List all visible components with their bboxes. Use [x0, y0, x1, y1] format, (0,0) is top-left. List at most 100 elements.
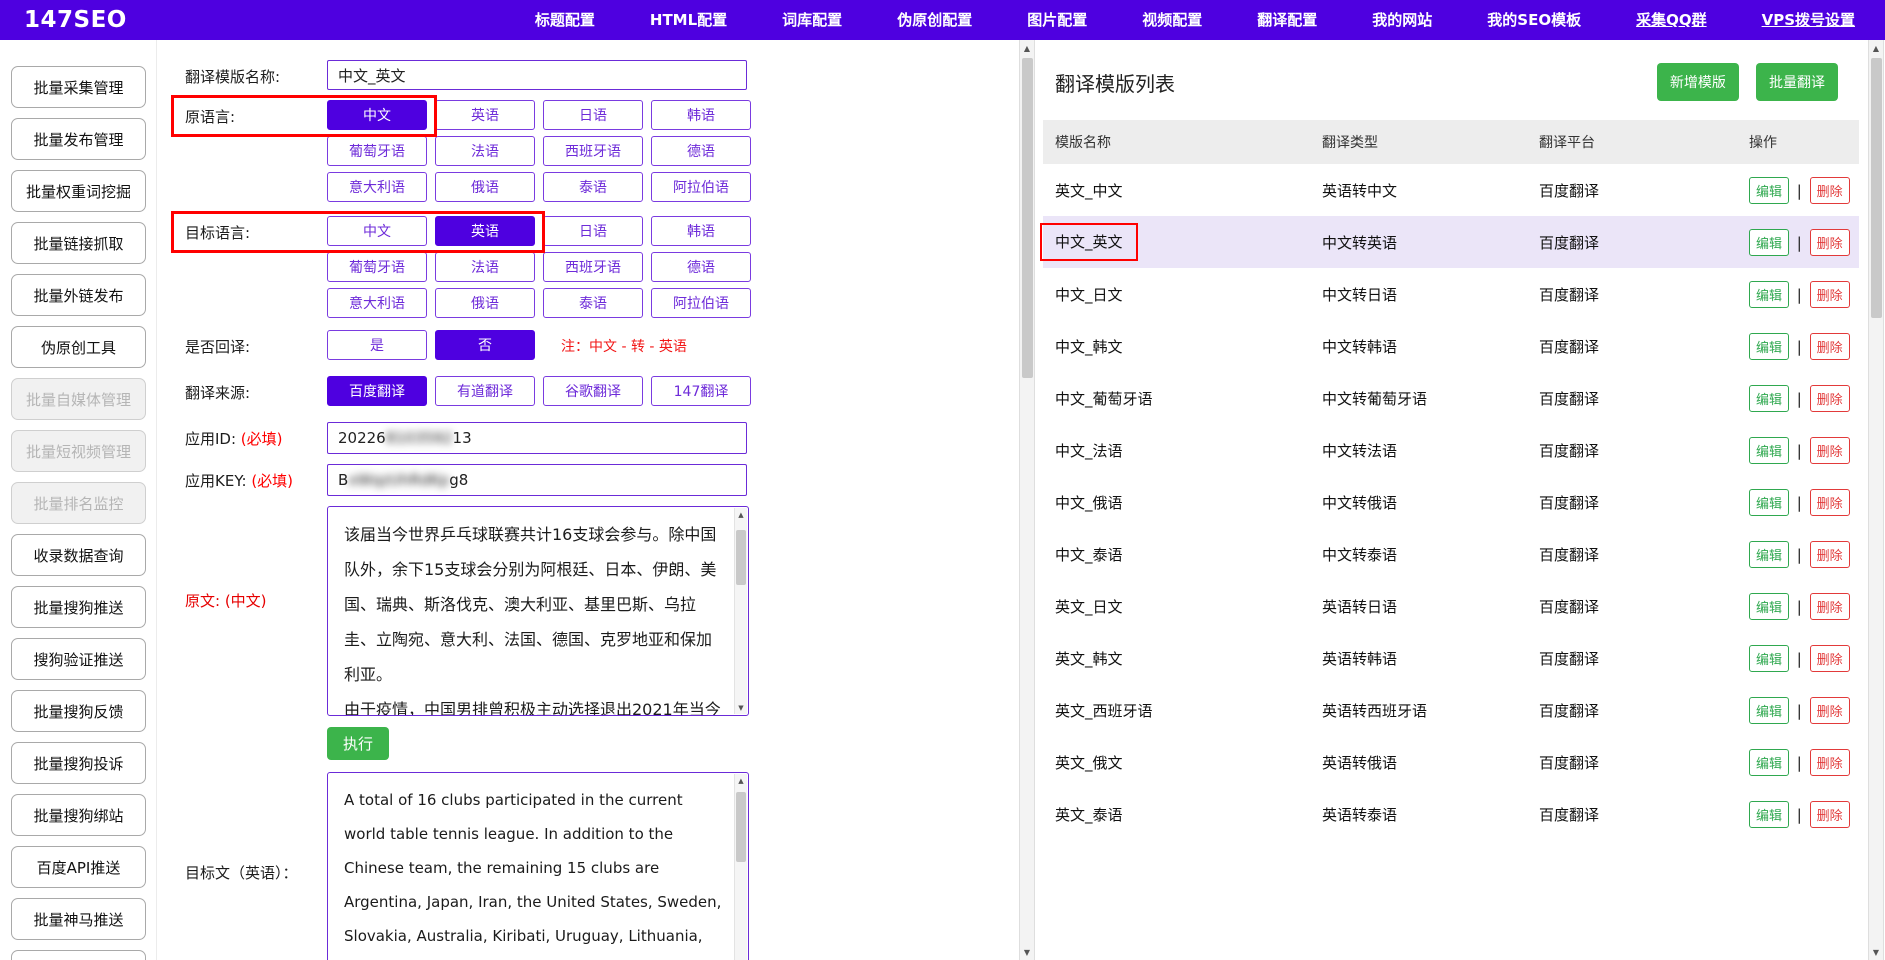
source-language-button[interactable]: 日语: [543, 100, 643, 130]
edit-button[interactable]: 编辑: [1749, 177, 1789, 204]
edit-button[interactable]: 编辑: [1749, 437, 1789, 464]
sidebar-item[interactable]: [11, 950, 146, 960]
edit-button[interactable]: 编辑: [1749, 229, 1789, 256]
target-language-button[interactable]: 俄语: [435, 288, 535, 318]
sidebar-item[interactable]: 批量外链发布: [11, 274, 146, 316]
source-language-button[interactable]: 西班牙语: [543, 136, 643, 166]
delete-button[interactable]: 删除: [1810, 645, 1850, 672]
sidebar-item[interactable]: 批量搜狗推送: [11, 586, 146, 628]
target-language-button[interactable]: 葡萄牙语: [327, 252, 427, 282]
page-scrollbar[interactable]: ▲ ▼: [1868, 40, 1884, 960]
target-language-button[interactable]: 日语: [543, 216, 643, 246]
original-textarea-scrollbar[interactable]: ▲ ▼: [734, 508, 747, 714]
source-language-button[interactable]: 法语: [435, 136, 535, 166]
sidebar-item[interactable]: 批量发布管理: [11, 118, 146, 160]
delete-button[interactable]: 删除: [1810, 489, 1850, 516]
target-text-area[interactable]: A total of 16 clubs participated in the …: [327, 772, 749, 960]
delete-button[interactable]: 删除: [1810, 697, 1850, 724]
source-language-button[interactable]: 英语: [435, 100, 535, 130]
edit-button[interactable]: 编辑: [1749, 697, 1789, 724]
target-language-button[interactable]: 德语: [651, 252, 751, 282]
delete-button[interactable]: 删除: [1810, 281, 1850, 308]
sidebar-item[interactable]: 批量链接抓取: [11, 222, 146, 264]
form-scrollbar-thumb[interactable]: [1022, 58, 1033, 378]
edit-button[interactable]: 编辑: [1749, 489, 1789, 516]
target-language-button[interactable]: 意大利语: [327, 288, 427, 318]
target-language-button[interactable]: 泰语: [543, 288, 643, 318]
edit-button[interactable]: 编辑: [1749, 749, 1789, 776]
scroll-up-icon[interactable]: ▲: [735, 774, 747, 787]
translate-source-option[interactable]: 谷歌翻译: [543, 376, 643, 406]
delete-button[interactable]: 删除: [1810, 801, 1850, 828]
original-scrollbar-thumb[interactable]: [736, 530, 746, 585]
app-key-input[interactable]: BxWqzUhRdKpg8: [327, 464, 747, 496]
target-textarea-scrollbar[interactable]: ▲ ▼: [734, 774, 747, 960]
target-scrollbar-thumb[interactable]: [736, 792, 746, 862]
sidebar-item[interactable]: 批量神马推送: [11, 898, 146, 940]
app-id-input[interactable]: 20226810359213: [327, 422, 747, 454]
original-text-area[interactable]: 该届当今世界乒乓球联赛共计16支球会参与。除中国队外，余下15支球会分别为阿根廷…: [327, 506, 749, 716]
delete-button[interactable]: 删除: [1810, 177, 1850, 204]
source-language-button[interactable]: 泰语: [543, 172, 643, 202]
topnav-item[interactable]: 采集QQ群: [1636, 0, 1707, 40]
sidebar-item[interactable]: 伪原创工具: [11, 326, 146, 368]
edit-button[interactable]: 编辑: [1749, 541, 1789, 568]
scroll-up-icon[interactable]: ▲: [1020, 40, 1034, 56]
sidebar-item[interactable]: 批量采集管理: [11, 66, 146, 108]
target-language-button[interactable]: 中文: [327, 216, 427, 246]
source-language-button[interactable]: 葡萄牙语: [327, 136, 427, 166]
edit-button[interactable]: 编辑: [1749, 385, 1789, 412]
topnav-item[interactable]: 图片配置: [1027, 0, 1087, 40]
topnav-item[interactable]: 翻译配置: [1257, 0, 1317, 40]
sidebar-item[interactable]: 批量自媒体管理: [11, 378, 146, 420]
source-language-button[interactable]: 德语: [651, 136, 751, 166]
delete-button[interactable]: 删除: [1810, 229, 1850, 256]
edit-button[interactable]: 编辑: [1749, 281, 1789, 308]
sidebar-item[interactable]: 搜狗验证推送: [11, 638, 146, 680]
sidebar-item[interactable]: 批量搜狗绑站: [11, 794, 146, 836]
sidebar-item[interactable]: 百度API推送: [11, 846, 146, 888]
target-language-button[interactable]: 西班牙语: [543, 252, 643, 282]
target-language-button[interactable]: 英语: [435, 216, 535, 246]
add-template-button[interactable]: 新增模版: [1657, 63, 1739, 101]
translate-source-option[interactable]: 百度翻译: [327, 376, 427, 406]
target-language-button[interactable]: 法语: [435, 252, 535, 282]
source-language-button[interactable]: 阿拉伯语: [651, 172, 751, 202]
topnav-item[interactable]: 视频配置: [1142, 0, 1202, 40]
source-language-button[interactable]: 俄语: [435, 172, 535, 202]
sidebar-item[interactable]: 批量排名监控: [11, 482, 146, 524]
batch-translate-button[interactable]: 批量翻译: [1756, 63, 1838, 101]
topnav-item[interactable]: HTML配置: [650, 0, 727, 40]
sidebar-item[interactable]: 批量权重词挖掘: [11, 170, 146, 212]
source-language-button[interactable]: 韩语: [651, 100, 751, 130]
back-translate-option[interactable]: 否: [435, 330, 535, 360]
topnav-item[interactable]: VPS拨号设置: [1762, 0, 1855, 40]
template-name-input[interactable]: [327, 60, 747, 90]
scroll-up-icon[interactable]: ▲: [735, 508, 747, 521]
topnav-item[interactable]: 伪原创配置: [897, 0, 972, 40]
target-language-button[interactable]: 阿拉伯语: [651, 288, 751, 318]
translate-source-option[interactable]: 147翻译: [651, 376, 751, 406]
delete-button[interactable]: 删除: [1810, 437, 1850, 464]
target-language-button[interactable]: 韩语: [651, 216, 751, 246]
topnav-item[interactable]: 词库配置: [782, 0, 842, 40]
sidebar-item[interactable]: 批量搜狗反馈: [11, 690, 146, 732]
edit-button[interactable]: 编辑: [1749, 333, 1789, 360]
delete-button[interactable]: 删除: [1810, 593, 1850, 620]
delete-button[interactable]: 删除: [1810, 541, 1850, 568]
source-language-button[interactable]: 意大利语: [327, 172, 427, 202]
back-translate-option[interactable]: 是: [327, 330, 427, 360]
topnav-item[interactable]: 我的网站: [1372, 0, 1432, 40]
delete-button[interactable]: 删除: [1810, 749, 1850, 776]
form-scrollbar[interactable]: ▲ ▼: [1019, 40, 1035, 960]
scroll-down-icon[interactable]: ▼: [735, 701, 747, 714]
edit-button[interactable]: 编辑: [1749, 593, 1789, 620]
sidebar-item[interactable]: 收录数据查询: [11, 534, 146, 576]
edit-button[interactable]: 编辑: [1749, 645, 1789, 672]
sidebar-item[interactable]: 批量搜狗投诉: [11, 742, 146, 784]
translate-source-option[interactable]: 有道翻译: [435, 376, 535, 406]
page-scrollbar-thumb[interactable]: [1871, 58, 1882, 318]
scroll-down-icon[interactable]: ▼: [1020, 944, 1034, 960]
scroll-up-icon[interactable]: ▲: [1869, 40, 1883, 56]
topnav-item[interactable]: 标题配置: [535, 0, 595, 40]
